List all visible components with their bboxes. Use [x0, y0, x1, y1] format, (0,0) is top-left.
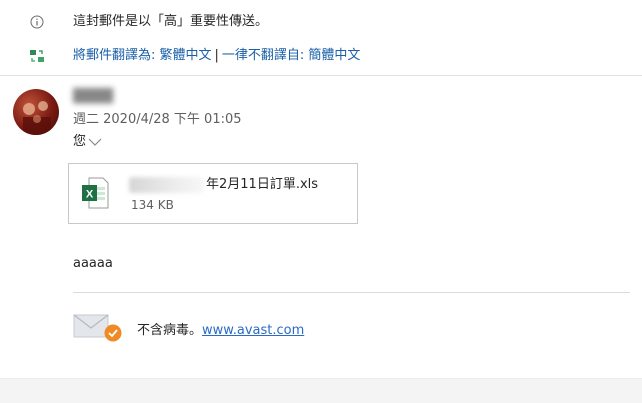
attachment-name-redacted — [129, 177, 204, 193]
excel-file-icon: X — [81, 177, 109, 209]
recipient-label: 您 — [73, 134, 87, 149]
importance-notice: 這封郵件是以「高」重要性傳送。 — [0, 9, 642, 35]
header-divider — [0, 75, 642, 76]
translate-icon — [29, 48, 45, 64]
signature-divider — [73, 292, 630, 293]
translate-message-link[interactable]: 將郵件翻譯為: 繁體中文 — [73, 48, 212, 63]
svg-text:X: X — [86, 189, 94, 201]
attachment-name: 年2月11日訂單.xls — [206, 177, 319, 192]
importance-text: 這封郵件是以「高」重要性傳送。 — [73, 14, 269, 29]
recipient-line: 您 — [73, 134, 102, 150]
footer-area — [0, 378, 642, 403]
attachment-card[interactable]: X 年2月11日訂單.xls 134 KB — [68, 163, 358, 224]
sent-date: 週二 2020/4/28 下午 01:05 — [73, 112, 242, 127]
sender-avatar[interactable] — [13, 89, 59, 135]
chevron-down-icon[interactable] — [88, 137, 102, 147]
virus-free-label: 不含病毒。 — [137, 323, 203, 338]
signature-text: 不含病毒。www.avast.com — [137, 323, 304, 339]
message-body: aaaaa — [73, 256, 113, 271]
never-translate-link[interactable]: 一律不翻譯自: 簡體中文 — [222, 48, 361, 63]
attachment-size: 134 KB — [131, 198, 174, 212]
avast-mail-icon[interactable] — [73, 313, 123, 343]
sender-name-redacted[interactable]: ████ — [73, 88, 125, 106]
email-reading-pane: 這封郵件是以「高」重要性傳送。 將郵件翻譯為: 繁體中文 | 一律不翻譯自: 簡體中… — [0, 0, 642, 403]
translation-bar: 將郵件翻譯為: 繁體中文 | 一律不翻譯自: 簡體中文 — [0, 43, 642, 69]
info-icon — [29, 14, 45, 30]
translation-options: 將郵件翻譯為: 繁體中文 | 一律不翻譯自: 簡體中文 — [73, 48, 360, 64]
avast-link[interactable]: www.avast.com — [202, 323, 304, 338]
separator: | — [214, 48, 219, 63]
